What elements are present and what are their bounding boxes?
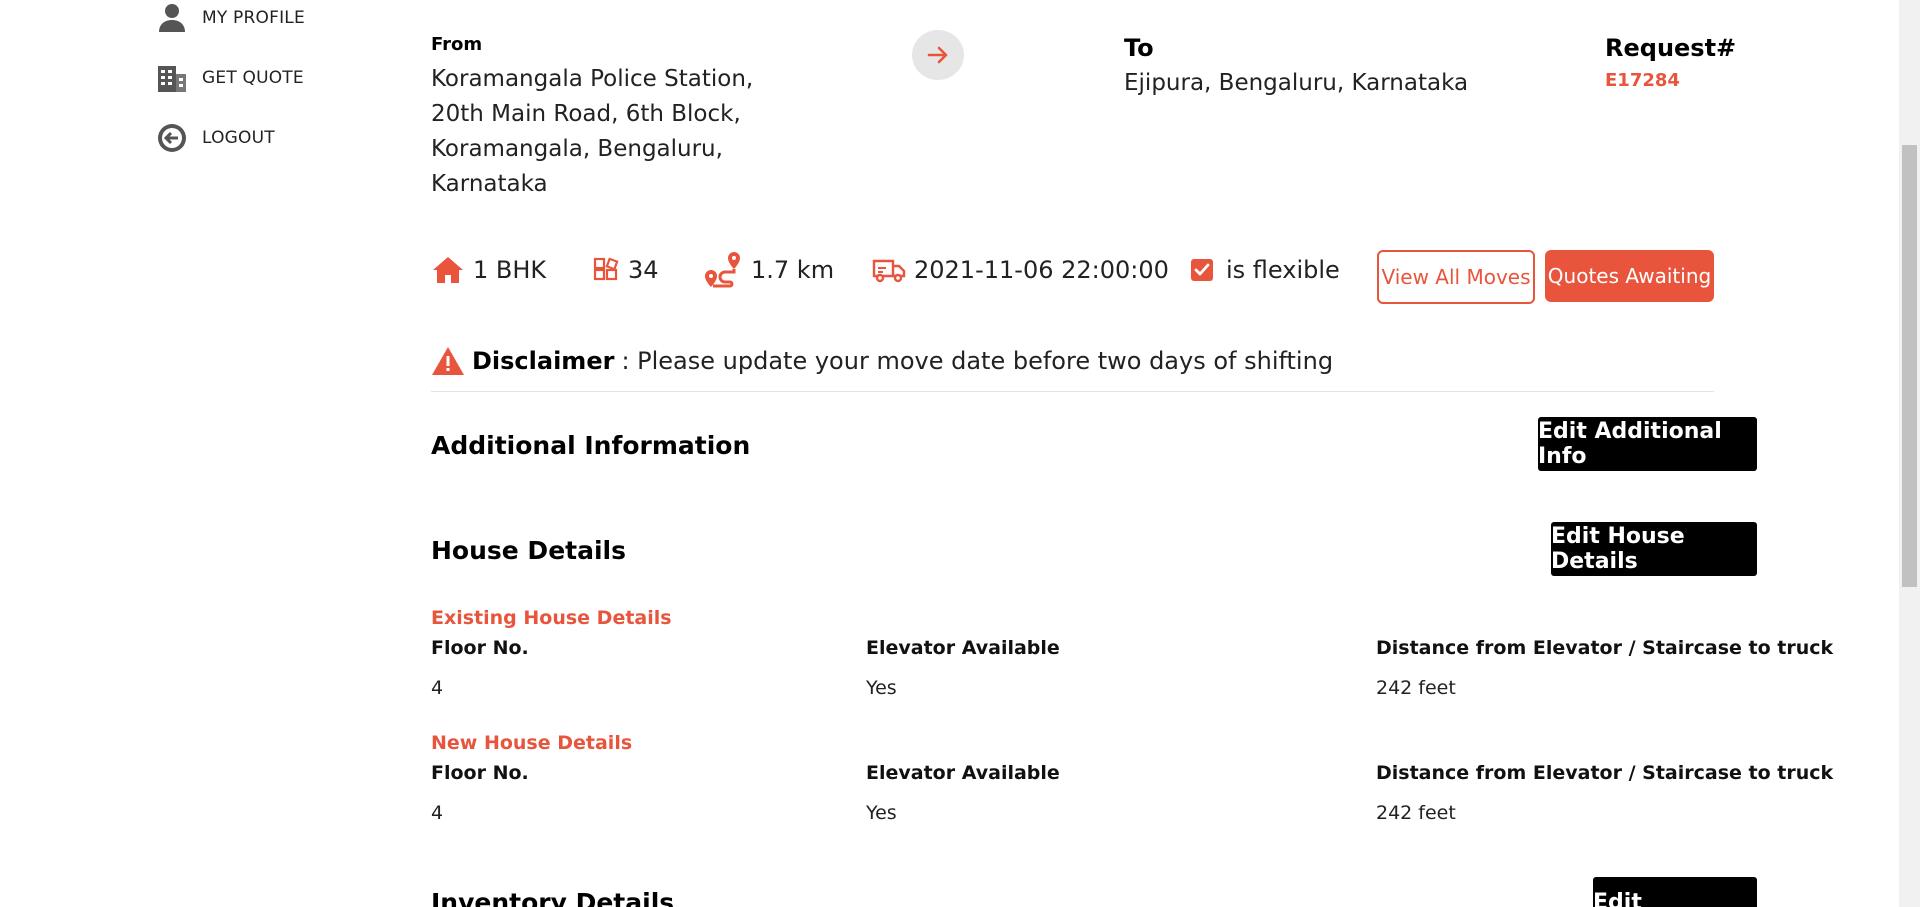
route-arrow-button[interactable] xyxy=(912,30,964,80)
new-house-title: New House Details xyxy=(431,732,633,754)
existing-floor-value: 4 xyxy=(431,677,444,699)
divider xyxy=(431,391,1714,392)
route-icon xyxy=(703,250,743,290)
flexible-stat: is flexible xyxy=(1190,250,1340,290)
inventory-title: Inventory Details xyxy=(431,888,675,907)
to-address: Ejipura, Bengaluru, Karnataka xyxy=(1124,70,1469,96)
home-icon xyxy=(431,255,465,285)
sidebar-item-label: GET QUOTE xyxy=(202,68,304,88)
sidebar-item-my-profile[interactable]: MY PROFILE xyxy=(155,0,305,38)
edit-additional-info-button[interactable]: Edit Additional Info xyxy=(1538,417,1757,471)
new-elevator-value: Yes xyxy=(866,802,897,824)
new-floor-label: Floor No. xyxy=(431,762,529,784)
move-datetime-stat: 2021-11-06 22:00:00 xyxy=(872,250,1169,290)
existing-elevator-label: Elevator Available xyxy=(866,637,1060,659)
item-count-value: 34 xyxy=(628,256,659,284)
new-distance-label: Distance from Elevator / Staircase to tr… xyxy=(1376,762,1834,784)
flexible-label: is flexible xyxy=(1226,256,1340,284)
checkbox-checked-icon[interactable] xyxy=(1190,258,1214,282)
logout-icon xyxy=(155,121,189,155)
from-address: Koramangala Police Station, 20th Main Ro… xyxy=(431,66,754,197)
new-floor-value: 4 xyxy=(431,802,444,824)
disclaimer-text: : Please update your move date before tw… xyxy=(621,347,1334,375)
request-number: E17284 xyxy=(1605,70,1680,91)
existing-floor-label: Floor No. xyxy=(431,637,529,659)
house-type-value: 1 BHK xyxy=(473,256,547,284)
request-label: Request# xyxy=(1605,34,1737,62)
view-all-moves-button[interactable]: View All Moves xyxy=(1377,250,1535,304)
to-label: To xyxy=(1124,34,1154,62)
user-icon xyxy=(155,1,189,35)
item-count-stat: 34 xyxy=(592,250,659,290)
arrow-right-icon xyxy=(927,46,948,64)
sidebar-item-label: LOGOUT xyxy=(202,128,275,148)
quotes-awaiting-button[interactable]: Quotes Awaiting xyxy=(1545,250,1714,302)
existing-house-title: Existing House Details xyxy=(431,607,672,629)
boxes-icon xyxy=(592,256,620,284)
from-label: From xyxy=(431,34,483,55)
distance-stat: 1.7 km xyxy=(703,250,834,290)
existing-distance-label: Distance from Elevator / Staircase to tr… xyxy=(1376,637,1834,659)
existing-elevator-value: Yes xyxy=(866,677,897,699)
sidebar-item-label: MY PROFILE xyxy=(202,8,305,28)
scrollbar-thumb[interactable] xyxy=(1902,145,1917,587)
disclaimer: Disclaimer : Please update your move dat… xyxy=(431,346,1333,376)
house-type-stat: 1 BHK xyxy=(431,250,546,290)
sidebar-item-logout[interactable]: LOGOUT xyxy=(155,118,275,158)
quote-building-icon xyxy=(155,61,189,95)
house-details-title: House Details xyxy=(431,536,626,565)
edit-inventory-button[interactable]: Edit Inventory xyxy=(1593,877,1757,907)
distance-value: 1.7 km xyxy=(751,256,835,284)
warning-icon xyxy=(431,346,465,376)
sidebar-item-get-quote[interactable]: GET QUOTE xyxy=(155,58,304,98)
additional-info-title: Additional Information xyxy=(431,431,751,460)
new-distance-value: 242 feet xyxy=(1376,802,1456,824)
edit-house-details-button[interactable]: Edit House Details xyxy=(1551,522,1757,576)
disclaimer-title: Disclaimer xyxy=(472,347,615,375)
existing-distance-value: 242 feet xyxy=(1376,677,1456,699)
new-elevator-label: Elevator Available xyxy=(866,762,1060,784)
truck-icon xyxy=(872,256,906,284)
move-datetime-value: 2021-11-06 22:00:00 xyxy=(914,256,1169,284)
